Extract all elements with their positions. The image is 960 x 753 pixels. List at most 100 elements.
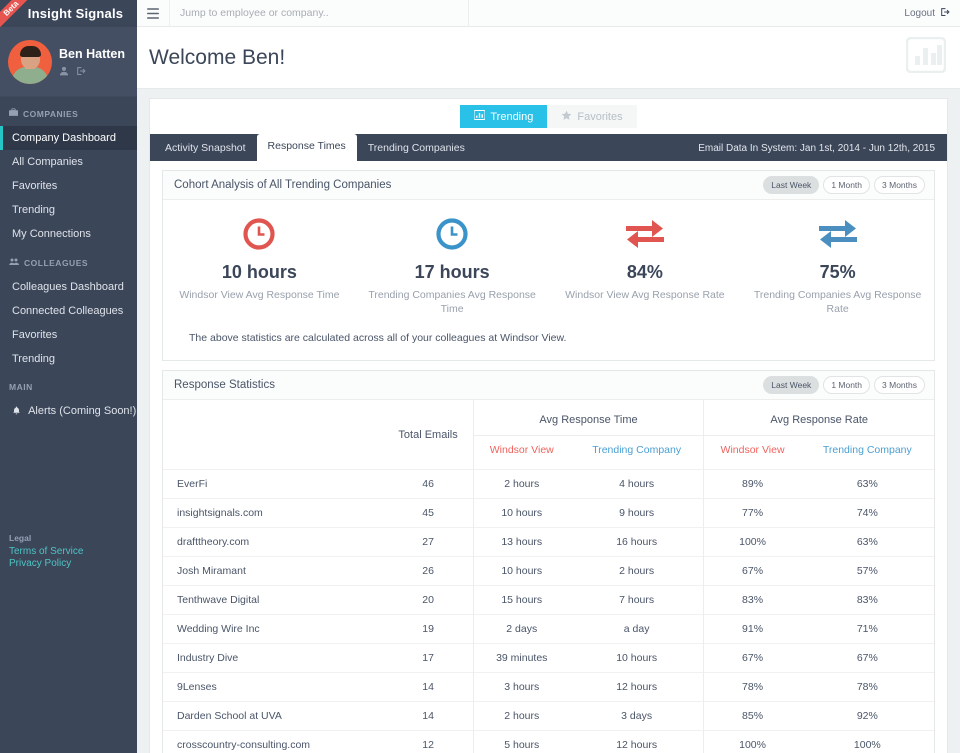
user-profile[interactable]: Ben Hatten (0, 27, 137, 97)
rate-trending-company: 92% (800, 701, 934, 731)
time-trending-company-header: Trending Company (569, 435, 704, 470)
table-row[interactable]: crosscountry-consulting.com 12 5 hours 1… (163, 730, 934, 753)
time-windsor-view: 10 hours (472, 498, 570, 528)
people-icon (9, 257, 19, 268)
clock-icon (173, 214, 346, 254)
table-row[interactable]: Wedding Wire Inc 19 2 days a day 91% 71% (163, 614, 934, 644)
avatar (8, 39, 52, 84)
tab-bar: Activity Snapshot Response Times Trendin… (150, 134, 947, 161)
table-row[interactable]: EverFi 46 2 hours 4 hours 89% 63% (163, 469, 934, 499)
sidebar-item-colleagues-dashboard[interactable]: Colleagues Dashboard (0, 275, 137, 299)
sidebar-item-colleagues-trending[interactable]: Trending (0, 347, 137, 371)
main-area: Logout Welcome Ben! (137, 0, 960, 753)
app-root: Beta Insight Signals Ben Hatten COMPANIE… (0, 0, 960, 753)
person-icon[interactable] (59, 66, 69, 76)
sidebar-item-connected-colleagues[interactable]: Connected Colleagues (0, 299, 137, 323)
stats-pill-3-months[interactable]: 3 Months (874, 376, 925, 394)
time-windsor-view: 10 hours (472, 556, 570, 586)
rate-trending-company: 63% (800, 469, 934, 499)
table-row[interactable]: insightsignals.com 45 10 hours 9 hours 7… (163, 498, 934, 528)
sidebar: Beta Insight Signals Ben Hatten COMPANIE… (0, 0, 137, 753)
sidebar-item-alerts[interactable]: Alerts (Coming Soon!) (0, 399, 137, 424)
time-trending-company: 7 hours (569, 585, 704, 615)
sidebar-item-all-companies[interactable]: All Companies (0, 150, 137, 174)
table-row[interactable]: Industry Dive 17 39 minutes 10 hours 67%… (163, 643, 934, 673)
table-row[interactable]: Josh Miramant 26 10 hours 2 hours 67% 57… (163, 556, 934, 586)
company-name: insightsignals.com (163, 498, 384, 528)
tab-activity-snapshot[interactable]: Activity Snapshot (154, 136, 257, 161)
response-statistics-panel: Response Statistics Last Week 1 Month 3 … (162, 370, 935, 753)
kpi-value: 75% (819, 262, 856, 282)
cohort-pill-3-months[interactable]: 3 Months (874, 176, 925, 194)
rate-windsor-view: 67% (703, 643, 801, 673)
table-row[interactable]: Tenthwave Digital 20 15 hours 7 hours 83… (163, 585, 934, 615)
company-name: EverFi (163, 469, 384, 499)
sidebar-item-my-connections[interactable]: My Connections (0, 222, 137, 246)
rate-windsor-view: 85% (703, 701, 801, 731)
rate-trending-company: 63% (800, 527, 934, 557)
time-trending-company: 2 hours (569, 556, 704, 586)
kpi-label: Trending Companies Avg Response Time (368, 289, 536, 315)
logout-button[interactable]: Logout (904, 7, 960, 20)
rate-windsor-view: 91% (703, 614, 801, 644)
rate-windsor-view: 78% (703, 672, 801, 702)
sidebar-section-colleagues: COLLEAGUES (0, 246, 137, 275)
table-row[interactable]: 9Lenses 14 3 hours 12 hours 78% 78% (163, 672, 934, 702)
logout-icon (939, 7, 950, 20)
company-name: Josh Miramant (163, 556, 384, 586)
time-trending-company: 10 hours (569, 643, 704, 673)
avg-response-time-header: Avg Response Time (472, 400, 704, 436)
sidebar-item-companies-trending[interactable]: Trending (0, 198, 137, 222)
table-row[interactable]: drafttheory.com 27 13 hours 16 hours 100… (163, 527, 934, 557)
search-input[interactable] (170, 0, 468, 27)
toggle-trending[interactable]: Trending (460, 105, 548, 128)
rate-windsor-view: 83% (703, 585, 801, 615)
sidebar-item-label: Alerts (Coming Soon!) (28, 405, 137, 417)
stats-pill-last-week[interactable]: Last Week (763, 376, 820, 394)
total-emails: 19 (383, 614, 474, 644)
exchange-icon (559, 214, 732, 254)
terms-of-service-link[interactable]: Terms of Service (9, 546, 83, 558)
star-icon (561, 110, 572, 124)
logout-icon[interactable] (75, 66, 86, 76)
total-emails: 26 (383, 556, 474, 586)
rate-trending-company: 71% (800, 614, 934, 644)
cohort-pill-1-month[interactable]: 1 Month (823, 176, 871, 194)
kpi-value: 10 hours (221, 262, 297, 282)
section-label: COLLEAGUES (24, 257, 89, 268)
time-windsor-view: 39 minutes (472, 643, 570, 673)
tab-trending-companies[interactable]: Trending Companies (357, 136, 476, 161)
section-label: COMPANIES (23, 108, 79, 119)
sidebar-item-colleagues-favorites[interactable]: Favorites (0, 323, 137, 347)
kpi-label: Windsor View Avg Response Rate (565, 289, 725, 301)
sidebar-section-main: MAIN (0, 371, 137, 399)
cohort-panel-header: Cohort Analysis of All Trending Companie… (163, 171, 934, 200)
total-emails: 46 (383, 469, 474, 499)
toggle-favorites[interactable]: Favorites (547, 105, 637, 128)
top-bar: Logout (137, 0, 960, 27)
kpi-trending-response-time: 17 hours Trending Companies Avg Response… (356, 214, 549, 316)
sidebar-item-companies-favorites[interactable]: Favorites (0, 174, 137, 198)
time-windsor-view: 3 hours (472, 672, 570, 702)
company-name: Darden School at UVA (163, 701, 384, 731)
response-stats-header: Response Statistics Last Week 1 Month 3 … (163, 371, 934, 400)
sidebar-item-company-dashboard[interactable]: Company Dashboard (0, 126, 137, 150)
time-trending-company: 12 hours (569, 730, 704, 753)
privacy-policy-link[interactable]: Privacy Policy (9, 558, 83, 570)
stats-pill-1-month[interactable]: 1 Month (823, 376, 871, 394)
rate-windsor-view-header: Windsor View (703, 435, 801, 470)
table-row[interactable]: Darden School at UVA 14 2 hours 3 days 8… (163, 701, 934, 731)
kpi-windsor-response-rate: 84% Windsor View Avg Response Rate (549, 214, 742, 316)
rate-trending-company: 100% (800, 730, 934, 753)
sidebar-legal: Legal Terms of Service Privacy Policy (9, 533, 83, 570)
brand-header: Beta Insight Signals (0, 0, 137, 27)
hamburger-icon[interactable] (137, 7, 169, 19)
rate-windsor-view: 100% (703, 527, 801, 557)
kpi-value: 84% (626, 262, 663, 282)
content-card: Trending Favorites Activity Snapshot Res… (149, 98, 948, 753)
tab-response-times[interactable]: Response Times (256, 134, 357, 161)
time-windsor-view: 2 hours (472, 701, 570, 731)
total-emails: 14 (383, 701, 474, 731)
cohort-pill-last-week[interactable]: Last Week (763, 176, 820, 194)
briefcase-icon (9, 108, 18, 119)
